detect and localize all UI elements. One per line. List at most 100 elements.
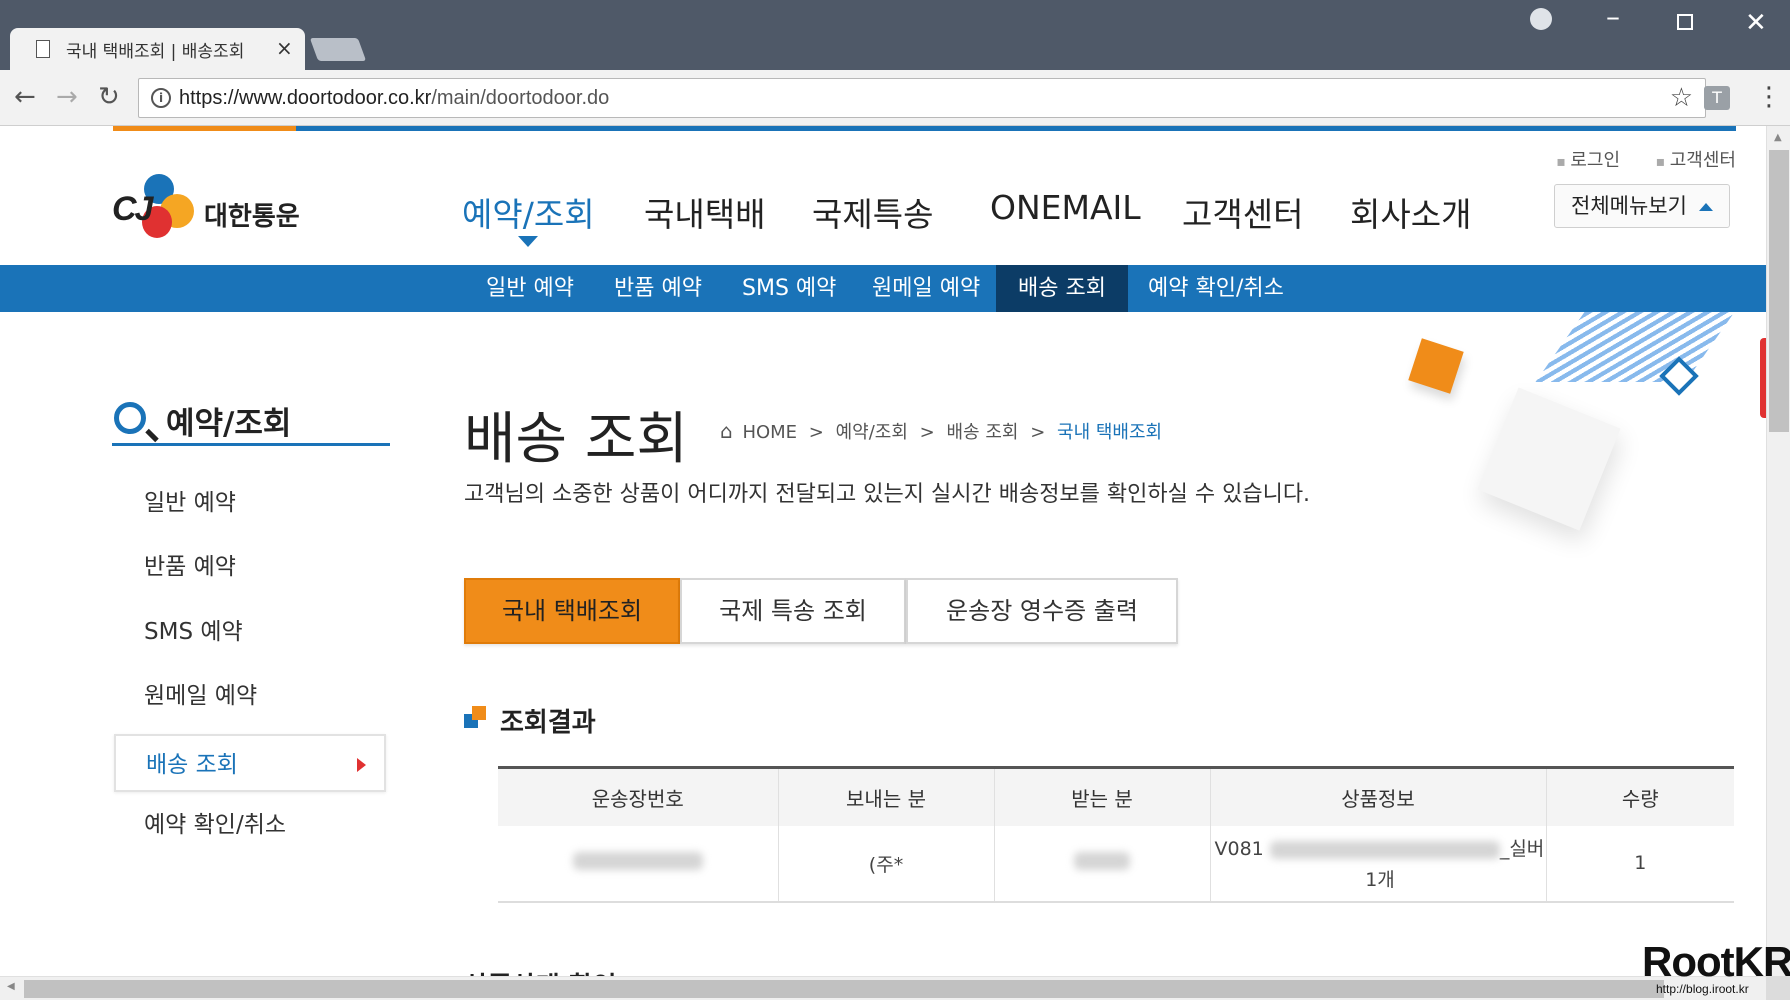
gnb-onemail[interactable]: ONEMAIL bbox=[990, 188, 1141, 227]
breadcrumb-home[interactable]: HOME bbox=[742, 422, 797, 443]
gnb-domestic[interactable]: 국내택배 bbox=[644, 188, 765, 236]
browser-tab[interactable]: 국내 택배조회 | 배송조회 × bbox=[10, 28, 305, 70]
forward-arrow-icon[interactable]: → bbox=[56, 82, 78, 112]
cell-tracking-no[interactable] bbox=[498, 825, 779, 903]
header-receiver: 받는 분 bbox=[994, 767, 1211, 826]
header-sender: 보내는 분 bbox=[778, 767, 995, 826]
extension-icon[interactable]: T bbox=[1704, 86, 1730, 110]
next-section-title: 상품상태 확인 bbox=[464, 966, 617, 976]
header-quantity: 수량 bbox=[1546, 767, 1734, 826]
horizontal-scroll-thumb[interactable] bbox=[24, 980, 1664, 998]
subnav-sms[interactable]: SMS 예약 bbox=[720, 265, 858, 312]
all-menu-button[interactable]: 전체메뉴보기 bbox=[1554, 184, 1730, 228]
customer-center-link[interactable]: 고객센터 bbox=[1656, 150, 1736, 171]
page-title: 배송 조회 bbox=[464, 407, 688, 472]
sidebar-title: 예약/조회 bbox=[112, 396, 390, 446]
sidebar-item-confirm-cancel[interactable]: 예약 확인/취소 bbox=[114, 796, 386, 854]
section-bullet-icon bbox=[472, 706, 486, 720]
redacted-text bbox=[572, 851, 703, 870]
decorative-stripes bbox=[1535, 312, 1735, 382]
logo-cj-text: CJ bbox=[112, 190, 153, 228]
product-suffix: _실버 bbox=[1499, 838, 1545, 860]
new-tab-button[interactable] bbox=[309, 38, 367, 61]
scroll-left-icon[interactable]: ◀ bbox=[7, 981, 15, 992]
breadcrumb-separator: > bbox=[808, 422, 824, 443]
breadcrumb-reservation[interactable]: 예약/조회 bbox=[836, 422, 908, 443]
address-bar[interactable]: i https://www.doortodoor.co.kr/main/door… bbox=[138, 78, 1706, 118]
close-window-icon[interactable]: ✕ bbox=[1745, 8, 1767, 38]
gnb-customer-center[interactable]: 고객센터 bbox=[1182, 188, 1303, 236]
cj-logo[interactable]: CJ 대한통운 bbox=[112, 166, 302, 256]
web-page: 로그인 고객센터 CJ 대한통운 예약/조회 국내택배 국제특송 ONEMAIL… bbox=[0, 126, 1766, 976]
breadcrumb-current: 국내 택배조회 bbox=[1057, 422, 1163, 443]
decorative-orange-cube bbox=[1408, 338, 1464, 394]
cell-quantity: 1 bbox=[1546, 825, 1734, 903]
top-accent-blue bbox=[296, 126, 1736, 131]
sub-nav: 일반 예약 반품 예약 SMS 예약 원메일 예약 배송 조회 예약 확인/취소 bbox=[0, 265, 1766, 312]
sidebar-item-return[interactable]: 반품 예약 bbox=[114, 538, 386, 596]
product-prefix: V081 bbox=[1214, 838, 1264, 860]
decorative-white-cube bbox=[1477, 387, 1621, 531]
back-arrow-icon[interactable]: ← bbox=[14, 82, 36, 112]
redacted-text bbox=[1074, 851, 1130, 870]
reload-icon[interactable]: ↻ bbox=[98, 82, 120, 112]
header-tracking-no: 운송장번호 bbox=[498, 767, 779, 826]
url-text[interactable]: https://www.doortodoor.co.kr/main/doorto… bbox=[179, 87, 609, 110]
all-menu-label: 전체메뉴보기 bbox=[1571, 194, 1687, 218]
minimize-icon[interactable]: – bbox=[1606, 0, 1620, 33]
tab-domestic-tracking[interactable]: 국내 택배조회 bbox=[464, 578, 680, 644]
top-accent-orange bbox=[113, 126, 296, 131]
horizontal-scrollbar[interactable]: ◀ bbox=[0, 976, 1766, 1000]
browser-titlebar: 국내 택배조회 | 배송조회 × – ✕ bbox=[0, 0, 1790, 70]
login-link[interactable]: 로그인 bbox=[1556, 150, 1620, 171]
close-tab-icon[interactable]: × bbox=[276, 36, 293, 60]
bookmark-star-icon[interactable]: ☆ bbox=[1670, 83, 1693, 113]
vertical-scrollbar[interactable]: ▲ bbox=[1766, 126, 1790, 976]
gnb-international[interactable]: 국제특송 bbox=[812, 188, 933, 236]
breadcrumb-separator: > bbox=[919, 422, 935, 443]
redacted-text bbox=[1269, 840, 1500, 859]
page-description: 고객님의 소중한 상품이 어디까지 전달되고 있는지 실시간 배송정보를 확인하… bbox=[464, 482, 1311, 507]
table-row: (주* V081 _실버 1개 1 bbox=[498, 825, 1734, 903]
product-qty-line: 1개 bbox=[1365, 869, 1395, 891]
utility-links: 로그인 고객센터 bbox=[1526, 146, 1736, 172]
result-table: 운송장번호 보내는 분 받는 분 상품정보 수량 (주* V081 _실버 1개… bbox=[498, 766, 1734, 903]
browser-toolbar: ← → ↻ i https://www.doortodoor.co.kr/mai… bbox=[0, 70, 1790, 126]
gnb-company[interactable]: 회사소개 bbox=[1350, 188, 1471, 236]
header-product: 상품정보 bbox=[1210, 767, 1547, 826]
subnav-return[interactable]: 반품 예약 bbox=[592, 265, 724, 312]
subnav-tracking[interactable]: 배송 조회 bbox=[996, 265, 1128, 312]
breadcrumb-tracking[interactable]: 배송 조회 bbox=[946, 422, 1018, 443]
tab-title: 국내 택배조회 | 배송조회 bbox=[66, 42, 245, 62]
subnav-confirm-cancel[interactable]: 예약 확인/취소 bbox=[1126, 265, 1306, 312]
cell-sender: (주* bbox=[778, 825, 995, 903]
sidebar-item-general[interactable]: 일반 예약 bbox=[114, 474, 386, 532]
search-icon bbox=[114, 402, 146, 434]
sidebar-title-text: 예약/조회 bbox=[166, 406, 292, 442]
gnb-reservation[interactable]: 예약/조회 bbox=[462, 188, 595, 236]
vertical-scroll-thumb[interactable] bbox=[1769, 150, 1789, 432]
table-header-row: 운송장번호 보내는 분 받는 분 상품정보 수량 bbox=[498, 767, 1734, 826]
home-icon[interactable]: ⌂ bbox=[720, 419, 733, 443]
subnav-onemail[interactable]: 원메일 예약 bbox=[850, 265, 1002, 312]
scroll-up-icon[interactable]: ▲ bbox=[1774, 132, 1782, 143]
breadcrumb: ⌂ HOME > 예약/조회 > 배송 조회 > 국내 택배조회 bbox=[720, 418, 1162, 444]
profile-icon[interactable] bbox=[1530, 8, 1552, 30]
sidebar-item-onemail[interactable]: 원메일 예약 bbox=[114, 667, 386, 725]
tab-international-tracking[interactable]: 국제 특송 조회 bbox=[680, 578, 906, 644]
maximize-icon[interactable] bbox=[1677, 14, 1693, 30]
subnav-general[interactable]: 일반 예약 bbox=[464, 265, 596, 312]
document-icon bbox=[36, 40, 50, 58]
sidebar-item-tracking[interactable]: 배송 조회 bbox=[114, 734, 386, 792]
chevron-right-icon bbox=[357, 758, 366, 772]
result-title: 조회결과 bbox=[500, 708, 596, 738]
info-icon[interactable]: i bbox=[151, 88, 171, 108]
breadcrumb-separator: > bbox=[1030, 422, 1046, 443]
sidebar-item-sms[interactable]: SMS 예약 bbox=[114, 603, 386, 661]
watermark-url: http://blog.iroot.kr bbox=[1656, 982, 1749, 996]
watermark-brand: RootKR bbox=[1642, 938, 1790, 985]
cell-receiver bbox=[994, 825, 1211, 903]
tab-waybill-receipt[interactable]: 운송장 영수증 출력 bbox=[906, 578, 1178, 644]
browser-menu-icon[interactable]: ⋮ bbox=[1756, 82, 1782, 112]
logo-company-name: 대한통운 bbox=[204, 202, 300, 232]
